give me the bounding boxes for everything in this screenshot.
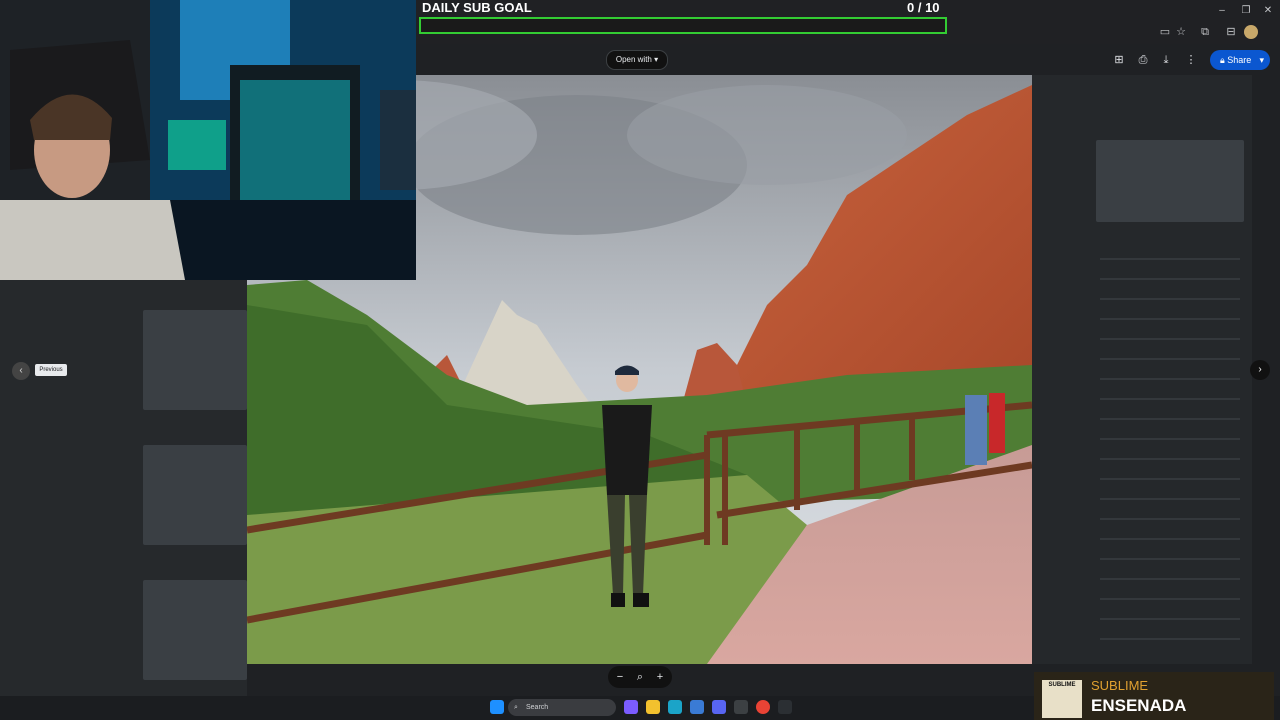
share-menu-chevron-icon[interactable]: ▾: [1259, 50, 1264, 70]
background-details-lines: [1100, 240, 1240, 640]
album-art: SUBLIME: [1042, 680, 1082, 718]
comment-add-icon[interactable]: ⊞: [1112, 53, 1126, 67]
store-icon[interactable]: [690, 700, 704, 714]
minimize-icon[interactable]: –: [1212, 4, 1232, 18]
close-icon[interactable]: ✕: [1258, 4, 1278, 18]
search-icon: ⌕: [514, 704, 518, 711]
tab-search-icon[interactable]: ⊟: [1224, 25, 1238, 39]
share-label: Share: [1227, 55, 1252, 65]
zoom-icon: ⌕: [636, 671, 644, 683]
taskbar-search-input[interactable]: ⌕ Search: [508, 699, 616, 716]
now-playing-title: ENSENADA: [1091, 696, 1187, 715]
sub-goal-progress-bar: [419, 17, 947, 34]
webcam-overlay: [0, 0, 416, 280]
avatar[interactable]: [1244, 25, 1258, 39]
zoom-controls: − ⌕ +: [608, 666, 672, 688]
cast-icon[interactable]: ▭: [1158, 25, 1172, 39]
sub-goal-title: DAILY SUB GOAL: [422, 0, 532, 15]
previous-button[interactable]: ‹: [12, 362, 30, 380]
discord-icon[interactable]: [712, 700, 726, 714]
windows-start-icon[interactable]: [490, 700, 504, 714]
now-playing-widget: SUBLIME SUBLIME ENSENADA: [1034, 672, 1274, 720]
open-with-label: Open with: [615, 55, 652, 64]
app-icon[interactable]: [778, 700, 792, 714]
print-icon[interactable]: ⎙: [1136, 53, 1150, 67]
zoom-in-button[interactable]: +: [650, 666, 670, 688]
chrome-icon[interactable]: [756, 700, 770, 714]
background-details-thumbnail: [1096, 140, 1244, 222]
sub-goal-count: 0 / 10: [907, 0, 940, 15]
app-icon[interactable]: [734, 700, 748, 714]
previous-tooltip: Previous: [35, 364, 67, 376]
edge-icon[interactable]: [668, 700, 682, 714]
share-button[interactable]: 🔒︎ Share ▾: [1210, 50, 1270, 70]
next-button[interactable]: ›: [1250, 360, 1270, 380]
background-thumbnail: [143, 310, 247, 410]
album-art-label: SUBLIME: [1048, 682, 1076, 688]
download-icon[interactable]: ⤓: [1159, 53, 1173, 67]
chevron-down-icon: ▾: [654, 55, 659, 64]
background-thumbnail: [143, 445, 247, 545]
star-icon[interactable]: ☆: [1174, 25, 1188, 39]
taskbar-search-placeholder: Search: [526, 704, 549, 711]
copilot-icon[interactable]: [624, 700, 638, 714]
now-playing-artist: SUBLIME: [1091, 678, 1149, 693]
more-vert-icon[interactable]: ⋮: [1184, 53, 1198, 67]
restore-icon[interactable]: ❐: [1236, 4, 1256, 18]
open-with-button[interactable]: Open with ▾: [606, 50, 668, 70]
file-explorer-icon[interactable]: [646, 700, 660, 714]
extension-icon[interactable]: ⧉: [1198, 25, 1212, 39]
background-thumbnail: [143, 580, 247, 680]
zoom-out-button[interactable]: −: [610, 666, 630, 688]
